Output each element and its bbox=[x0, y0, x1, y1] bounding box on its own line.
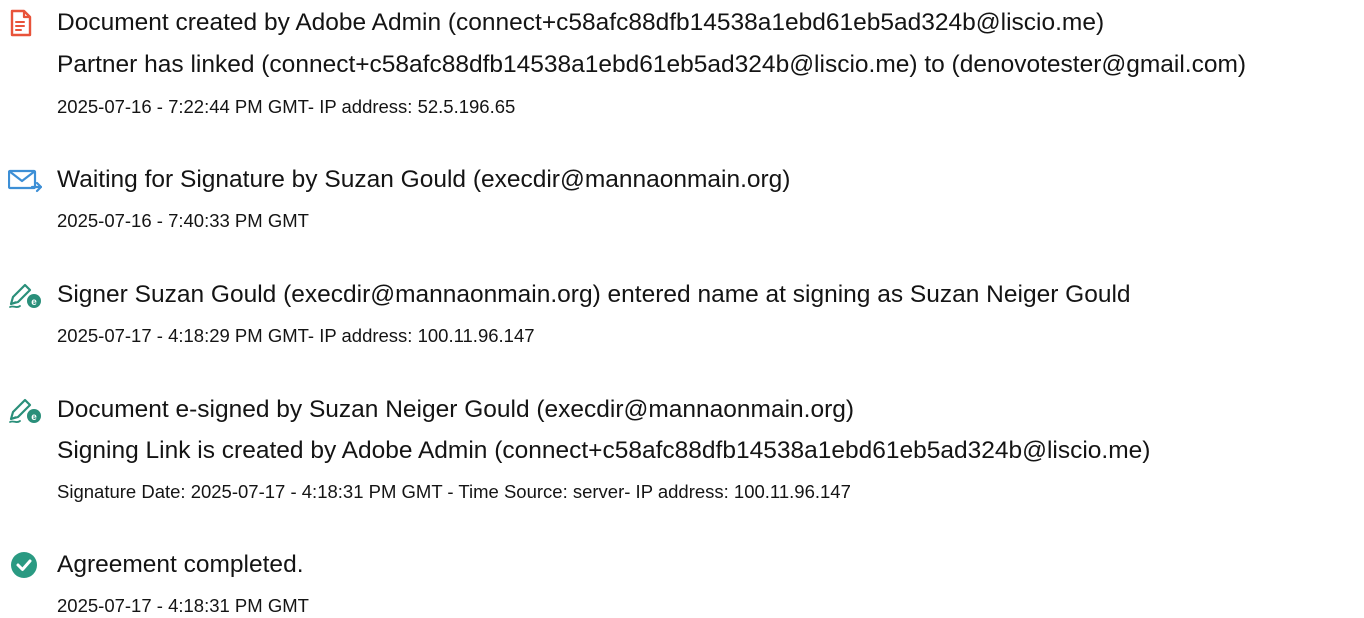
event-description: Waiting for Signature by Suzan Gould (ex… bbox=[57, 166, 791, 193]
event-timestamp: Signature Date: 2025-07-17 - 4:18:31 PM … bbox=[57, 481, 851, 502]
event-timestamp: 2025-07-16 - 7:22:44 PM GMT- IP address:… bbox=[57, 96, 516, 117]
document-created-icon bbox=[8, 8, 42, 38]
svg-text:e: e bbox=[31, 297, 37, 308]
event-description: Signing Link is created by Adobe Admin (… bbox=[57, 437, 1151, 464]
esign-pen-icon: e bbox=[8, 280, 42, 310]
event-timestamp: 2025-07-17 - 4:18:31 PM GMT bbox=[57, 595, 309, 616]
esign-pen-icon: e bbox=[8, 395, 42, 425]
event-timestamp: 2025-07-17 - 4:18:29 PM GMT- IP address:… bbox=[57, 325, 535, 346]
event-description: Partner has linked (connect+c58afc88dfb1… bbox=[57, 51, 1247, 78]
event-description: Document created by Adobe Admin (connect… bbox=[57, 9, 1105, 36]
event-description: Agreement completed. bbox=[57, 551, 304, 578]
event-timestamp: 2025-07-16 - 7:40:33 PM GMT bbox=[57, 210, 309, 231]
check-circle-icon bbox=[8, 550, 42, 580]
event-description: Signer Suzan Gould (execdir@mannaonmain.… bbox=[57, 281, 1131, 308]
svg-text:e: e bbox=[31, 412, 37, 423]
event-description: Document e-signed by Suzan Neiger Gould … bbox=[57, 396, 855, 423]
email-sent-icon bbox=[8, 165, 42, 195]
